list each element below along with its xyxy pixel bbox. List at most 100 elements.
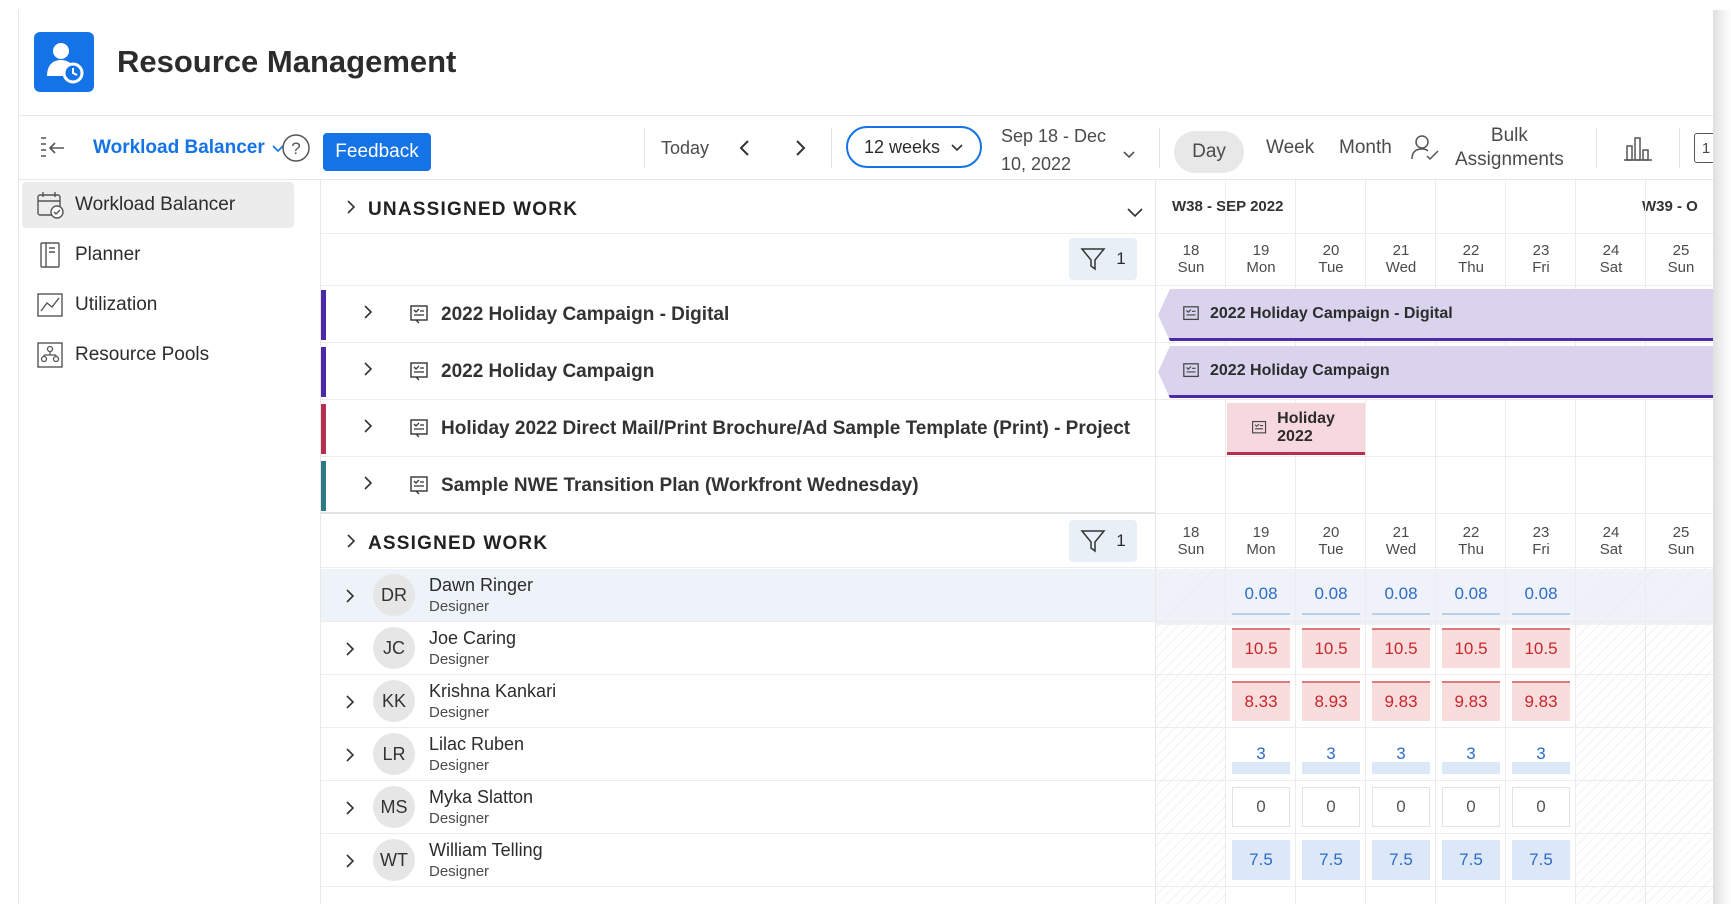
hours-cell[interactable]: 0.08: [1442, 575, 1500, 615]
project-icon: [1183, 362, 1199, 377]
chevron-right-icon[interactable]: [361, 476, 375, 490]
chevron-right-icon[interactable]: [344, 534, 358, 548]
hours-cell[interactable]: 3: [1442, 734, 1500, 774]
bulk-assignments-button[interactable]: Bulk Assignments: [1409, 116, 1564, 180]
gantt-bar[interactable]: 2022 Holiday Campaign - Digital: [1158, 289, 1713, 341]
hours-cell[interactable]: 0.08: [1232, 575, 1290, 615]
avatar: MS: [373, 786, 415, 828]
day-of-week: Thu: [1458, 541, 1484, 558]
list-item[interactable]: Holiday 2022 Direct Mail/Print Brochure/…: [321, 400, 1155, 457]
month-view-button[interactable]: Month: [1339, 116, 1392, 180]
hours-cell[interactable]: 3: [1232, 734, 1290, 774]
chevron-right-icon[interactable]: [343, 854, 357, 868]
hours-cell[interactable]: 10.5: [1302, 628, 1360, 668]
next-icon[interactable]: [792, 116, 808, 180]
chevron-right-icon[interactable]: [343, 748, 357, 762]
hours-cell[interactable]: 3: [1302, 734, 1360, 774]
list-item[interactable]: 2022 Holiday Campaign - Digital: [321, 286, 1155, 343]
table-row[interactable]: LR Lilac Ruben Designer: [321, 728, 1155, 781]
day-header: 25 Sun: [1646, 242, 1713, 276]
day-view-button[interactable]: Day: [1174, 131, 1244, 173]
chevron-right-icon[interactable]: [343, 642, 357, 656]
today-button[interactable]: Today: [661, 116, 709, 180]
sidebar-item-utilization[interactable]: Utilization: [22, 282, 294, 328]
hours-cell[interactable]: 7.5: [1302, 840, 1360, 880]
chevron-right-icon[interactable]: [343, 695, 357, 709]
hours-cell[interactable]: 8.33: [1232, 681, 1290, 721]
sidebar-item-resource-pools[interactable]: Resource Pools: [22, 332, 294, 378]
view-selector-label: Workload Balancer: [93, 137, 265, 158]
person-name: William Telling: [429, 840, 543, 860]
hours-cell[interactable]: 10.5: [1232, 628, 1290, 668]
hours-cell[interactable]: 0.08: [1302, 575, 1360, 615]
bar-chart-icon[interactable]: [1622, 116, 1654, 180]
day-of-week: Wed: [1385, 541, 1417, 558]
collapse-sidebar-icon[interactable]: [37, 116, 67, 180]
date-range-picker[interactable]: Sep 18 - Dec 10, 2022: [1001, 122, 1106, 172]
chevron-right-icon[interactable]: [343, 589, 357, 603]
project-icon: [410, 362, 428, 381]
hours-cell[interactable]: 3: [1372, 734, 1430, 774]
day-header: 23 Fri: [1506, 524, 1576, 558]
help-icon[interactable]: ?: [281, 116, 311, 180]
person-name: Dawn Ringer: [429, 575, 534, 595]
chevron-down-icon[interactable]: [1122, 122, 1136, 186]
gantt-bar[interactable]: 2022 Holiday Campaign: [1158, 346, 1713, 398]
gantt-bar[interactable]: Holiday 2022: [1227, 403, 1365, 455]
avatar: KK: [373, 680, 415, 722]
day-of-week: Wed: [1385, 259, 1417, 276]
table-row[interactable]: KK Krishna Kankari Designer: [321, 675, 1155, 728]
chevron-down-icon[interactable]: [1126, 203, 1144, 221]
hours-cell[interactable]: 0: [1512, 787, 1570, 827]
chevron-right-icon[interactable]: [361, 419, 375, 433]
hours-cell[interactable]: 10.5: [1512, 628, 1570, 668]
hours-cell[interactable]: 10.5: [1442, 628, 1500, 668]
hours-cell[interactable]: 7.5: [1232, 840, 1290, 880]
calendar-check-icon: [36, 191, 64, 219]
list-item[interactable]: Sample NWE Transition Plan (Workfront We…: [321, 457, 1155, 514]
chevron-right-icon[interactable]: [361, 305, 375, 319]
overflow-button[interactable]: 1: [1694, 116, 1713, 180]
table-row[interactable]: WT William Telling Designer: [321, 834, 1155, 887]
day-of-week: Sun: [1667, 259, 1695, 276]
hours-cell[interactable]: 0: [1302, 787, 1360, 827]
table-row[interactable]: DR Dawn Ringer Designer: [321, 569, 1155, 622]
chevron-right-icon[interactable]: [343, 801, 357, 815]
hours-cell[interactable]: 0: [1232, 787, 1290, 827]
hours-cell[interactable]: 8.93: [1302, 681, 1360, 721]
hours-cell[interactable]: 0.08: [1372, 575, 1430, 615]
avatar: WT: [373, 839, 415, 881]
hours-cell[interactable]: 7.5: [1442, 840, 1500, 880]
week-view-button[interactable]: Week: [1266, 116, 1314, 180]
previous-icon[interactable]: [737, 116, 753, 180]
feedback-button[interactable]: Feedback: [323, 133, 431, 171]
hours-cell[interactable]: 9.83: [1372, 681, 1430, 721]
chevron-right-icon[interactable]: [361, 362, 375, 376]
day-of-week: Tue: [1318, 259, 1344, 276]
hours-cell[interactable]: 9.83: [1512, 681, 1570, 721]
table-row[interactable]: JC Joe Caring Designer: [321, 622, 1155, 675]
planner-icon: [36, 241, 64, 269]
hours-cell[interactable]: 9.83: [1442, 681, 1500, 721]
date-range-end: 10, 2022: [1001, 154, 1072, 172]
hours-cell[interactable]: 7.5: [1512, 840, 1570, 880]
duration-select[interactable]: 12 weeks: [846, 126, 982, 168]
org-chart-icon: [36, 341, 64, 369]
assigned-filter-button[interactable]: 1: [1069, 520, 1137, 562]
view-selector[interactable]: Workload Balancer: [93, 116, 285, 180]
hours-cell[interactable]: 7.5: [1372, 840, 1430, 880]
hours-cell[interactable]: 10.5: [1372, 628, 1430, 668]
sidebar-item-planner[interactable]: Planner: [22, 232, 294, 278]
bulk-line-1: Bulk: [1490, 125, 1528, 146]
chevron-right-icon[interactable]: [344, 200, 358, 214]
hours-cell[interactable]: 0: [1372, 787, 1430, 827]
hours-cell[interactable]: 0: [1442, 787, 1500, 827]
table-row[interactable]: MS Myka Slatton Designer: [321, 781, 1155, 834]
sidebar-item-workload-balancer[interactable]: Workload Balancer: [22, 182, 294, 228]
unassigned-filter-button[interactable]: 1: [1069, 238, 1137, 280]
hours-cell[interactable]: 0.08: [1512, 575, 1570, 615]
unassigned-header: UNASSIGNED WORK: [321, 180, 1155, 234]
list-item[interactable]: 2022 Holiday Campaign: [321, 343, 1155, 400]
hours-cell[interactable]: 3: [1512, 734, 1570, 774]
toolbar: Workload Balancer ? Feedback Today 12 we…: [19, 116, 1713, 180]
